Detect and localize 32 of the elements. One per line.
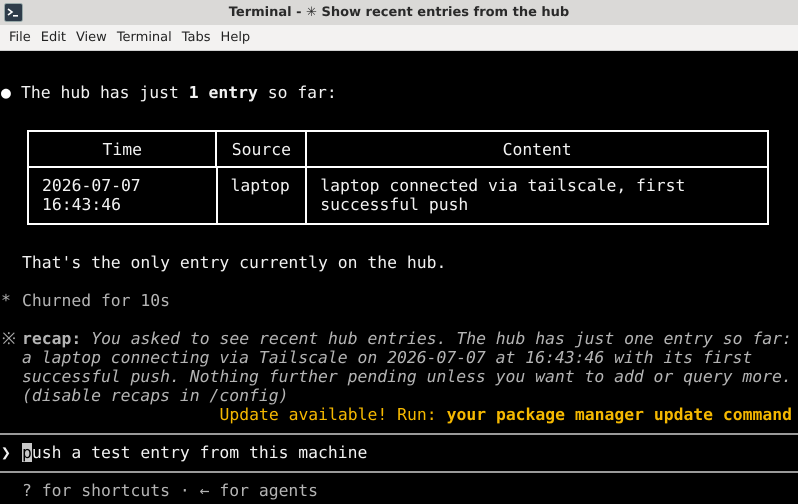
menu-item[interactable]: File — [4, 28, 36, 48]
footer-hint: ? for shortcuts · ← for agents — [22, 481, 318, 500]
menu-item[interactable]: Edit — [36, 28, 71, 48]
recap-line: You asked to see recent hub entries. The hub has just one entry so far: — [91, 329, 792, 348]
recap-line: successful push. Nothing further pending unless you want to add or query more. — [22, 367, 792, 386]
menu-item[interactable]: Tabs — [176, 28, 216, 48]
status-text: Churned for 10s — [22, 291, 170, 310]
prompt-icon: ❯ — [1, 443, 22, 462]
column-header: Time — [102, 140, 142, 159]
recap-line: (disable recaps in /config) — [22, 386, 288, 405]
table-cell-line: 16:43:46 — [42, 195, 122, 214]
menu-item[interactable]: Terminal — [112, 28, 177, 48]
update-command: your package manager update command — [446, 405, 792, 424]
update-text: Update available! Run: — [220, 405, 437, 424]
table-cell-line: successful push — [320, 195, 470, 214]
column-header: Content — [502, 140, 572, 159]
recap-line: a laptop connecting via Tailscale on 2026-07-07 at 16:43:46 with its first — [22, 348, 752, 367]
column-header: Source — [232, 140, 291, 159]
note-text: That's the only entry currently on the hub. — [22, 253, 446, 272]
table-cell-line: laptop connected via tailscale, first — [320, 176, 686, 195]
menu-item[interactable]: Help — [216, 28, 256, 48]
table-cell-line: 2026-07-07 — [42, 176, 142, 195]
prompt-input[interactable]: push a test entry from this machine — [22, 443, 368, 462]
table-cell-line: laptop — [230, 176, 291, 195]
recap-icon: ※ — [2, 329, 22, 405]
terminal-icon — [4, 3, 23, 22]
bullet-icon: ● — [1, 83, 21, 102]
recap-label: recap: — [22, 329, 82, 348]
status-icon: * — [1, 291, 22, 310]
menu-item[interactable]: View — [70, 28, 112, 48]
window-title: Terminal - ✳ Show recent entries from the hub — [228, 4, 570, 22]
message-text: The hub has just 1 entry so far: — [21, 83, 337, 102]
